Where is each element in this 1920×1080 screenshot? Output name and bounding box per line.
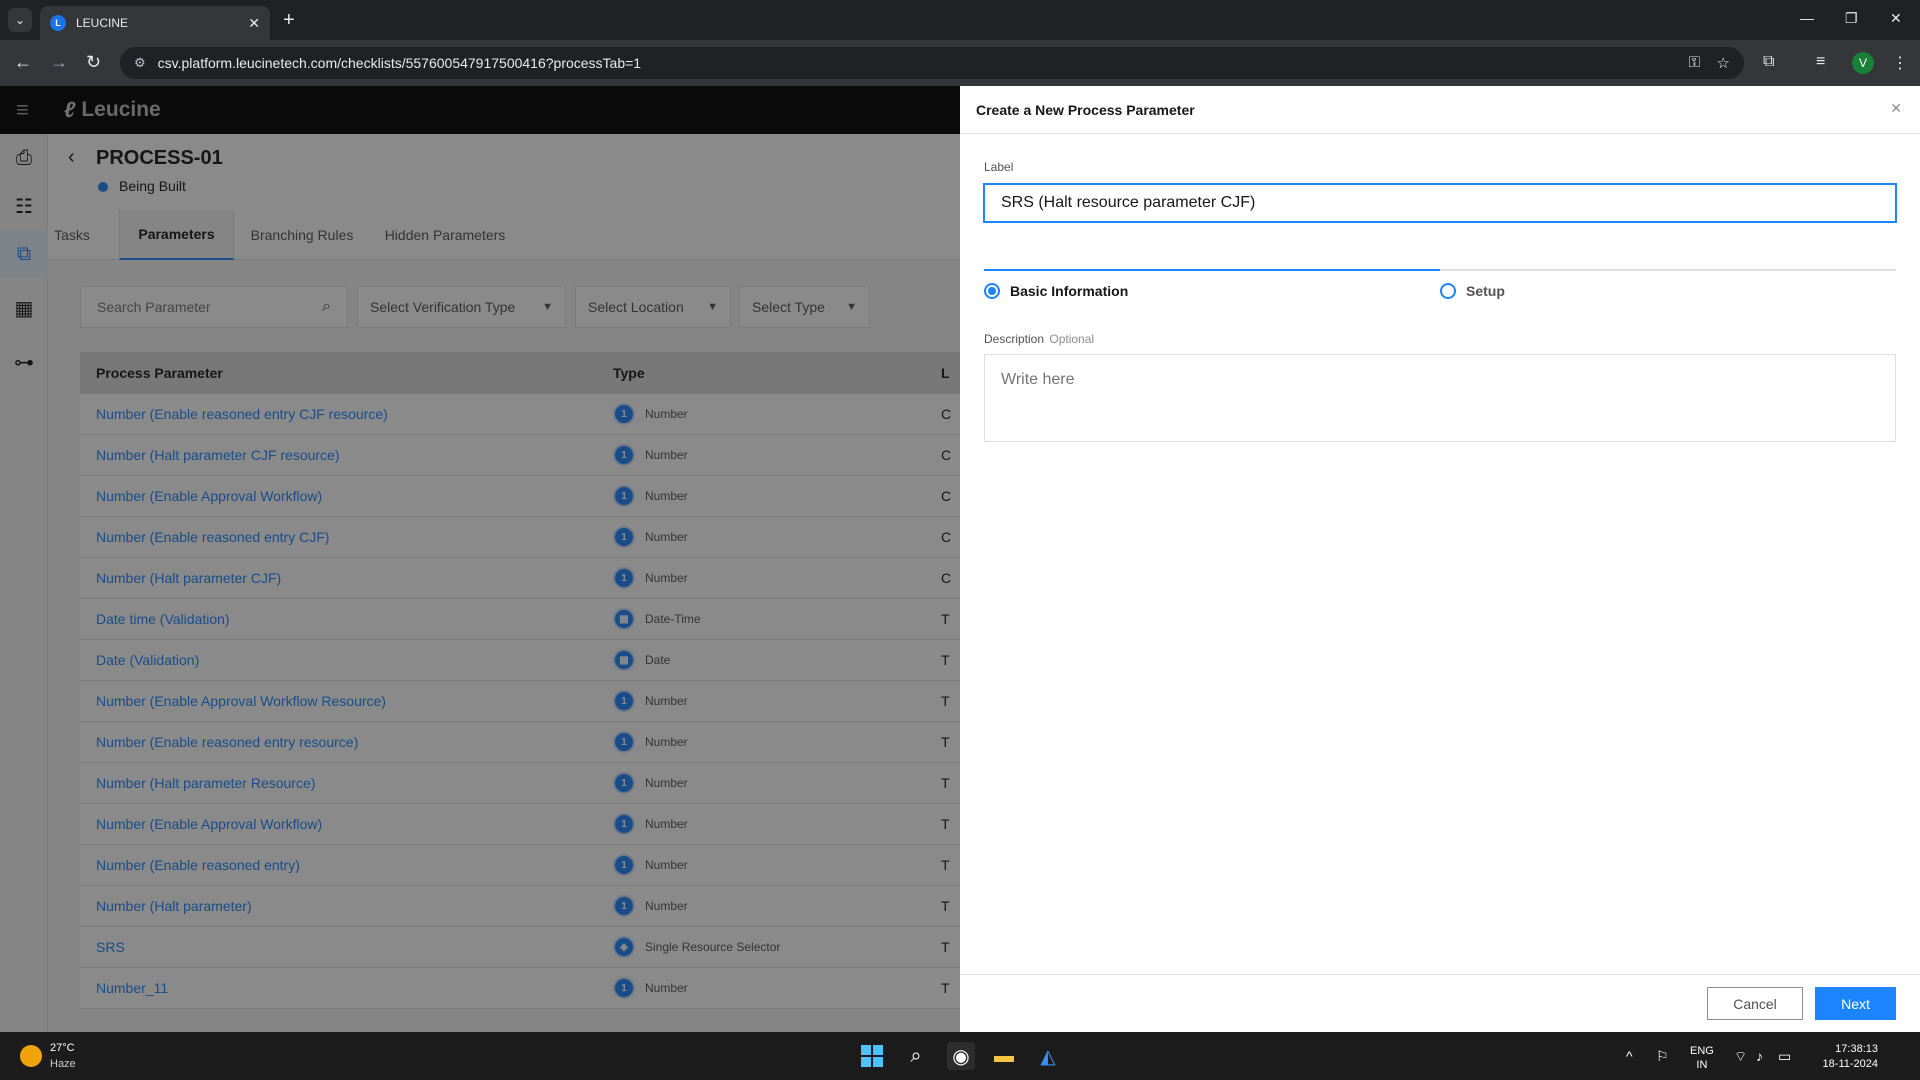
volume-icon[interactable]: ♪ (1756, 1048, 1763, 1064)
browser-tab[interactable]: L LEUCINE ✕ (40, 6, 270, 40)
address-url: csv.platform.leucinetech.com/checklists/… (157, 55, 642, 71)
azure-icon[interactable]: ◭ (1034, 1042, 1062, 1070)
weather-temperature: 27°C (50, 1042, 75, 1054)
password-key-icon[interactable]: ⚿ (1689, 54, 1700, 71)
language-region: IN (1696, 1059, 1708, 1071)
browser-tab-title: LEUCINE (76, 16, 129, 30)
stepper: Basic Information Setup (984, 269, 1896, 309)
create-parameter-drawer: Create a New Process Parameter ✕ Label B… (960, 86, 1920, 1032)
modal-overlay[interactable] (0, 86, 960, 1032)
window-close-icon[interactable]: ✕ (1890, 10, 1902, 27)
browser-menu-icon[interactable]: ⋮ (1892, 53, 1908, 73)
language-indicator[interactable]: ENG IN (1690, 1044, 1714, 1072)
drawer-header: Create a New Process Parameter ✕ (960, 86, 1920, 134)
step-basic-information[interactable]: Basic Information (984, 269, 1440, 309)
language-code: ENG (1690, 1045, 1714, 1057)
tray-chevron-up-icon[interactable]: ^ (1626, 1048, 1633, 1064)
extensions-icon[interactable]: ⧉ (1763, 53, 1774, 71)
step-setup[interactable]: Setup (1440, 269, 1896, 309)
weather-description: Haze (50, 1058, 76, 1070)
leucine-favicon-icon: L (50, 15, 66, 31)
drawer-footer: Cancel Next (960, 974, 1920, 1032)
step-label: Basic Information (1010, 283, 1129, 299)
bookmark-star-icon[interactable]: ☆ (1717, 54, 1730, 72)
profile-avatar[interactable]: V (1852, 52, 1874, 74)
media-control-icon[interactable]: ≡ (1816, 53, 1825, 71)
site-info-icon[interactable]: ⚙ (134, 55, 146, 71)
clock-time: 17:38:13 (1835, 1043, 1878, 1055)
back-arrow-icon[interactable]: ← (14, 52, 32, 72)
description-field[interactable] (984, 354, 1896, 442)
drawer-title: Create a New Process Parameter (976, 101, 1195, 118)
wifi-icon[interactable]: ⌔ (1734, 1048, 1747, 1066)
search-icon[interactable]: ⌕ (902, 1042, 930, 1070)
windows-taskbar: 27°C Haze ⌕ ◉ ▬ ◭ ^ ⚐ ENG IN ⌔ ♪ ▭ 17:38… (0, 1032, 1920, 1080)
next-button[interactable]: Next (1815, 987, 1896, 1020)
forward-arrow-icon[interactable]: → (50, 52, 68, 72)
close-icon[interactable]: ✕ (1890, 100, 1902, 117)
notification-icon[interactable]: ⚐ (1656, 1048, 1669, 1065)
weather-sun-icon[interactable] (20, 1045, 42, 1067)
radio-unchecked-icon (1440, 283, 1456, 299)
browser-toolbar: ← → ↻ ⚙ csv.platform.leucinetech.com/che… (0, 40, 1920, 86)
reload-icon[interactable]: ↻ (86, 52, 101, 72)
label-caption: Label (984, 160, 1014, 174)
new-tab-plus-icon[interactable]: + (283, 8, 295, 32)
minimize-icon[interactable]: — (1800, 10, 1814, 26)
description-caption: Description Optional (984, 332, 1094, 346)
file-explorer-icon[interactable]: ▬ (990, 1042, 1018, 1070)
restore-icon[interactable]: ❐ (1845, 10, 1858, 27)
address-bar[interactable]: ⚙ csv.platform.leucinetech.com/checklist… (120, 47, 1744, 79)
windows-start-icon[interactable] (858, 1042, 886, 1070)
clock-date: 18-11-2024 (1822, 1058, 1878, 1070)
tab-search-chevron-icon[interactable]: ⌄ (8, 8, 32, 32)
battery-icon[interactable]: ▭ (1778, 1048, 1791, 1065)
browser-tab-bar: ⌄ L LEUCINE ✕ + — ❐ ✕ (0, 0, 1920, 40)
chrome-icon[interactable]: ◉ (947, 1042, 975, 1070)
label-input[interactable] (983, 183, 1897, 223)
step-label: Setup (1466, 283, 1505, 299)
cancel-button[interactable]: Cancel (1707, 987, 1803, 1020)
system-clock[interactable]: 17:38:13 18-11-2024 (1812, 1042, 1878, 1072)
description-optional: Optional (1049, 332, 1095, 346)
tab-close-icon[interactable]: ✕ (248, 15, 260, 32)
description-caption-text: Description (984, 332, 1045, 346)
radio-checked-icon (984, 283, 1000, 299)
